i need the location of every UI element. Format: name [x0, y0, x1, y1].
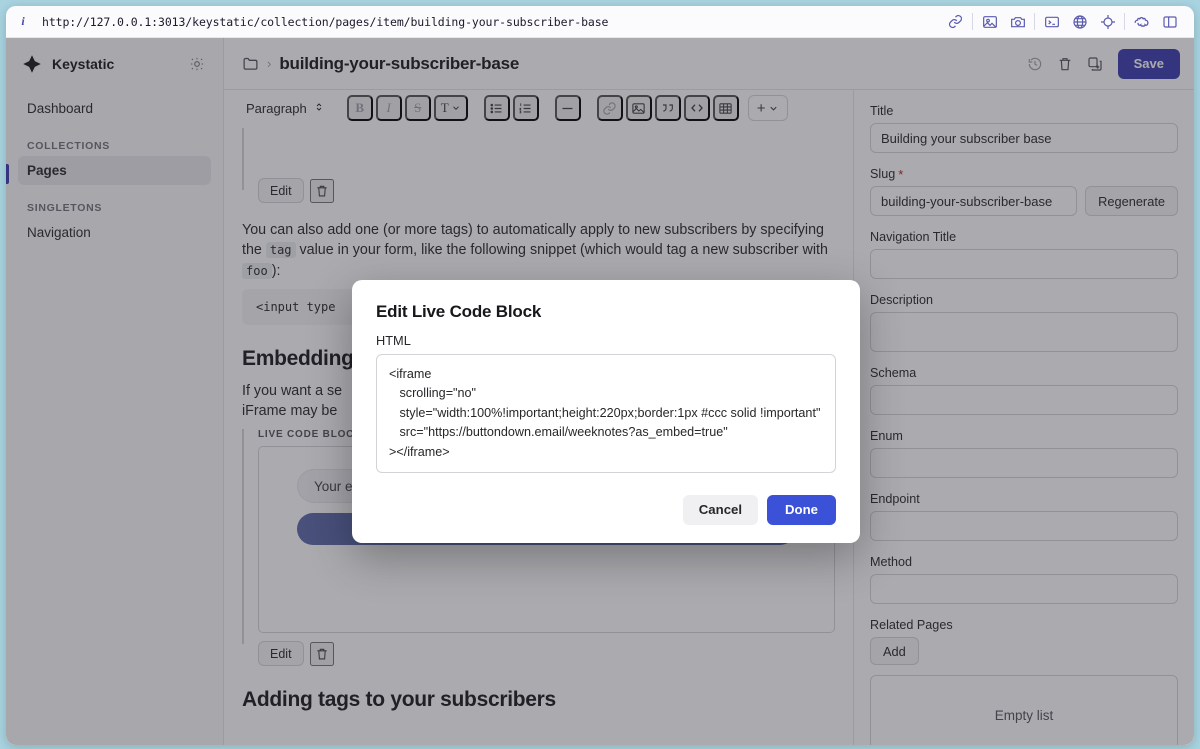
globe-icon[interactable]: [1070, 12, 1089, 31]
info-icon[interactable]: i: [14, 13, 32, 31]
browser-url-bar: i http://127.0.0.1:3013/keystatic/collec…: [6, 6, 1194, 38]
toolbar-group-tools: [1035, 12, 1124, 31]
extensions-icon[interactable]: [1132, 12, 1151, 31]
edit-live-code-block-dialog: Edit Live Code Block HTML <iframe scroll…: [352, 280, 860, 543]
dialog-title: Edit Live Code Block: [376, 302, 836, 322]
link-icon[interactable]: [946, 12, 965, 31]
toolbar-group-capture: [973, 12, 1034, 31]
split-panel-icon[interactable]: [1160, 12, 1179, 31]
browser-window: i http://127.0.0.1:3013/keystatic/collec…: [6, 6, 1194, 745]
cancel-button[interactable]: Cancel: [683, 495, 758, 525]
html-code-textarea[interactable]: <iframe scrolling="no" style="width:100%…: [376, 354, 836, 473]
screen: i http://127.0.0.1:3013/keystatic/collec…: [0, 0, 1200, 749]
url-text[interactable]: http://127.0.0.1:3013/keystatic/collecti…: [42, 15, 608, 29]
camera-icon[interactable]: [1008, 12, 1027, 31]
dialog-actions: Cancel Done: [376, 495, 836, 525]
toolbar-group-link: [939, 12, 972, 31]
toolbar-group-extensions: [1125, 12, 1186, 31]
target-icon[interactable]: [1098, 12, 1117, 31]
done-button[interactable]: Done: [767, 495, 836, 525]
image-capture-icon[interactable]: [980, 12, 999, 31]
terminal-icon[interactable]: [1042, 12, 1061, 31]
html-field-label: HTML: [376, 333, 836, 348]
